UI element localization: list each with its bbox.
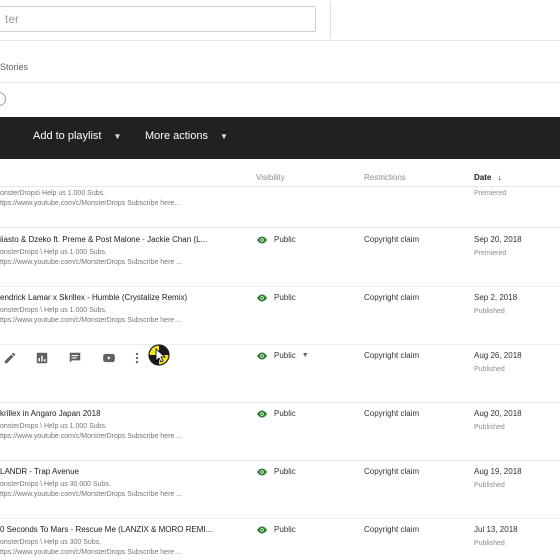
filter-input[interactable] xyxy=(0,7,315,31)
visibility-label: Public xyxy=(274,293,296,302)
date-cell: Aug 26, 2018 xyxy=(474,351,522,360)
eye-icon xyxy=(257,236,267,243)
more-actions-label: More actions xyxy=(145,130,208,142)
video-description-link: ttps://www.youtube.com/c/MonsterDrops Su… xyxy=(0,433,183,440)
video-description: onsterDrops \ Help us 1.000 Subs. xyxy=(0,307,108,314)
video-title[interactable]: 0 Seconds To Mars - Rescue Me (LANZIX & … xyxy=(0,525,232,534)
visibility-cell[interactable]: Public xyxy=(256,235,296,244)
mouse-cursor-highlight-icon xyxy=(148,344,170,366)
video-description-link: ttps://www.youtube.com/c/MonsterDrops Su… xyxy=(0,200,181,207)
video-description-link: ttps://www.youtube.com/c/MonsterDrops Su… xyxy=(0,549,183,556)
bulk-action-bar: Add to playlist ▼ More actions ▼ xyxy=(0,117,560,159)
video-status: Published xyxy=(474,366,505,373)
chevron-down-icon: ▼ xyxy=(219,132,228,141)
table-row[interactable]: iiasto & Dzeko ft. Preme & Post Malone -… xyxy=(0,229,560,287)
restriction-cell[interactable]: Copyright claim xyxy=(364,467,419,476)
visibility-label: Public xyxy=(274,235,296,244)
restriction-cell[interactable]: Copyright claim xyxy=(364,293,419,302)
add-to-playlist-label: Add to playlist xyxy=(33,130,102,142)
tabs-separator xyxy=(0,82,560,83)
video-title[interactable]: krillex in Angaro Japan 2018 xyxy=(0,409,232,418)
analytics-icon[interactable] xyxy=(35,351,49,365)
video-status: Published xyxy=(474,540,505,547)
youtube-play-icon[interactable] xyxy=(102,351,116,365)
visibility-label: Public xyxy=(274,525,296,534)
table-row[interactable]: krillex in Angaro Japan 2018 onsterDrops… xyxy=(0,403,560,461)
more-actions-button[interactable]: More actions ▼ xyxy=(145,130,228,142)
video-status: Published xyxy=(474,424,505,431)
video-title[interactable]: LANDR - Trap Avenue xyxy=(0,467,232,476)
visibility-label: Public xyxy=(274,351,296,360)
add-to-playlist-button[interactable]: Add to playlist ▼ xyxy=(33,130,121,142)
date-cell: Sep 2, 2018 xyxy=(474,293,518,302)
visibility-cell[interactable]: Public xyxy=(256,467,296,476)
chevron-down-icon: ▼ xyxy=(113,132,122,141)
table-row-hovered[interactable]: Public ▼ Copyright claim Aug 26, 2018 Pu… xyxy=(0,345,560,403)
table-row[interactable]: LANDR - Trap Avenue onsterDrops \ Help u… xyxy=(0,461,560,519)
chevron-down-icon: ▼ xyxy=(301,352,309,359)
date-cell: Sep 20, 2018 xyxy=(474,235,522,244)
video-description: onsterDrops \ Help us 1.000 Subs. xyxy=(0,423,108,430)
video-description: onsterDrops \ Help us 30.000 Subs. xyxy=(0,481,111,488)
restriction-cell[interactable]: Copyright claim xyxy=(364,409,419,418)
video-description: onsterDrops \ Help us 1.000 Subs. xyxy=(0,249,108,256)
visibility-cell[interactable]: Public xyxy=(256,525,296,534)
eye-icon xyxy=(257,410,267,417)
video-status: Published xyxy=(474,308,505,315)
video-title[interactable]: iiasto & Dzeko ft. Preme & Post Malone -… xyxy=(0,235,232,244)
tab-stories[interactable]: Stories xyxy=(0,62,28,72)
column-visibility[interactable]: Visibility xyxy=(256,173,285,182)
date-cell: Aug 20, 2018 xyxy=(474,409,522,418)
video-status: Premiered xyxy=(474,190,507,197)
column-date[interactable]: Date ↓ xyxy=(474,173,502,182)
visibility-cell[interactable]: Public xyxy=(256,293,296,302)
video-description-link: ttps://www.youtube.com/c/MonsterDrops Su… xyxy=(0,491,183,498)
table-row[interactable]: 0 Seconds To Mars - Rescue Me (LANZIX & … xyxy=(0,519,560,560)
video-status: Premiered xyxy=(474,250,507,257)
visibility-cell[interactable]: Public xyxy=(256,409,296,418)
sort-arrow-down-icon: ↓ xyxy=(497,173,502,182)
table-row[interactable]: onsterDrops\ Help us 1.000 Subs. ttps://… xyxy=(0,186,560,228)
select-all-checkbox[interactable] xyxy=(0,92,6,106)
more-options-icon[interactable] xyxy=(134,351,140,365)
video-title[interactable]: endrick Lamar x Skrillex - Humble (Cryst… xyxy=(0,293,232,302)
video-description-link: ttps://www.youtube.com/c/MonsterDrops Su… xyxy=(0,259,183,266)
restriction-cell[interactable]: Copyright claim xyxy=(364,525,419,534)
date-cell: Aug 19, 2018 xyxy=(474,467,522,476)
video-description-link: ttps://www.youtube.com/c/MonsterDrops Su… xyxy=(0,317,183,324)
eye-icon xyxy=(257,468,267,475)
visibility-dropdown[interactable]: Public ▼ xyxy=(256,351,309,360)
visibility-label: Public xyxy=(274,409,296,418)
restriction-cell[interactable]: Copyright claim xyxy=(364,235,419,244)
video-description: onsterDrops \ Help us 300 Subs. xyxy=(0,539,102,546)
header-divider xyxy=(330,2,331,38)
header-separator xyxy=(0,40,560,41)
visibility-label: Public xyxy=(274,467,296,476)
video-status: Published xyxy=(474,482,505,489)
video-description: onsterDrops\ Help us 1.000 Subs. xyxy=(0,190,106,197)
column-date-label: Date xyxy=(474,173,492,182)
date-cell: Jul 13, 2018 xyxy=(474,525,518,534)
filter-box[interactable] xyxy=(0,6,316,32)
eye-icon xyxy=(257,294,267,301)
comments-icon[interactable] xyxy=(68,351,82,365)
table-row[interactable]: endrick Lamar x Skrillex - Humble (Cryst… xyxy=(0,287,560,345)
column-restrictions[interactable]: Restrictions xyxy=(364,173,406,182)
eye-icon xyxy=(257,352,267,359)
edit-pencil-icon[interactable] xyxy=(3,351,17,365)
restriction-cell[interactable]: Copyright claim xyxy=(364,351,419,360)
eye-icon xyxy=(257,526,267,533)
